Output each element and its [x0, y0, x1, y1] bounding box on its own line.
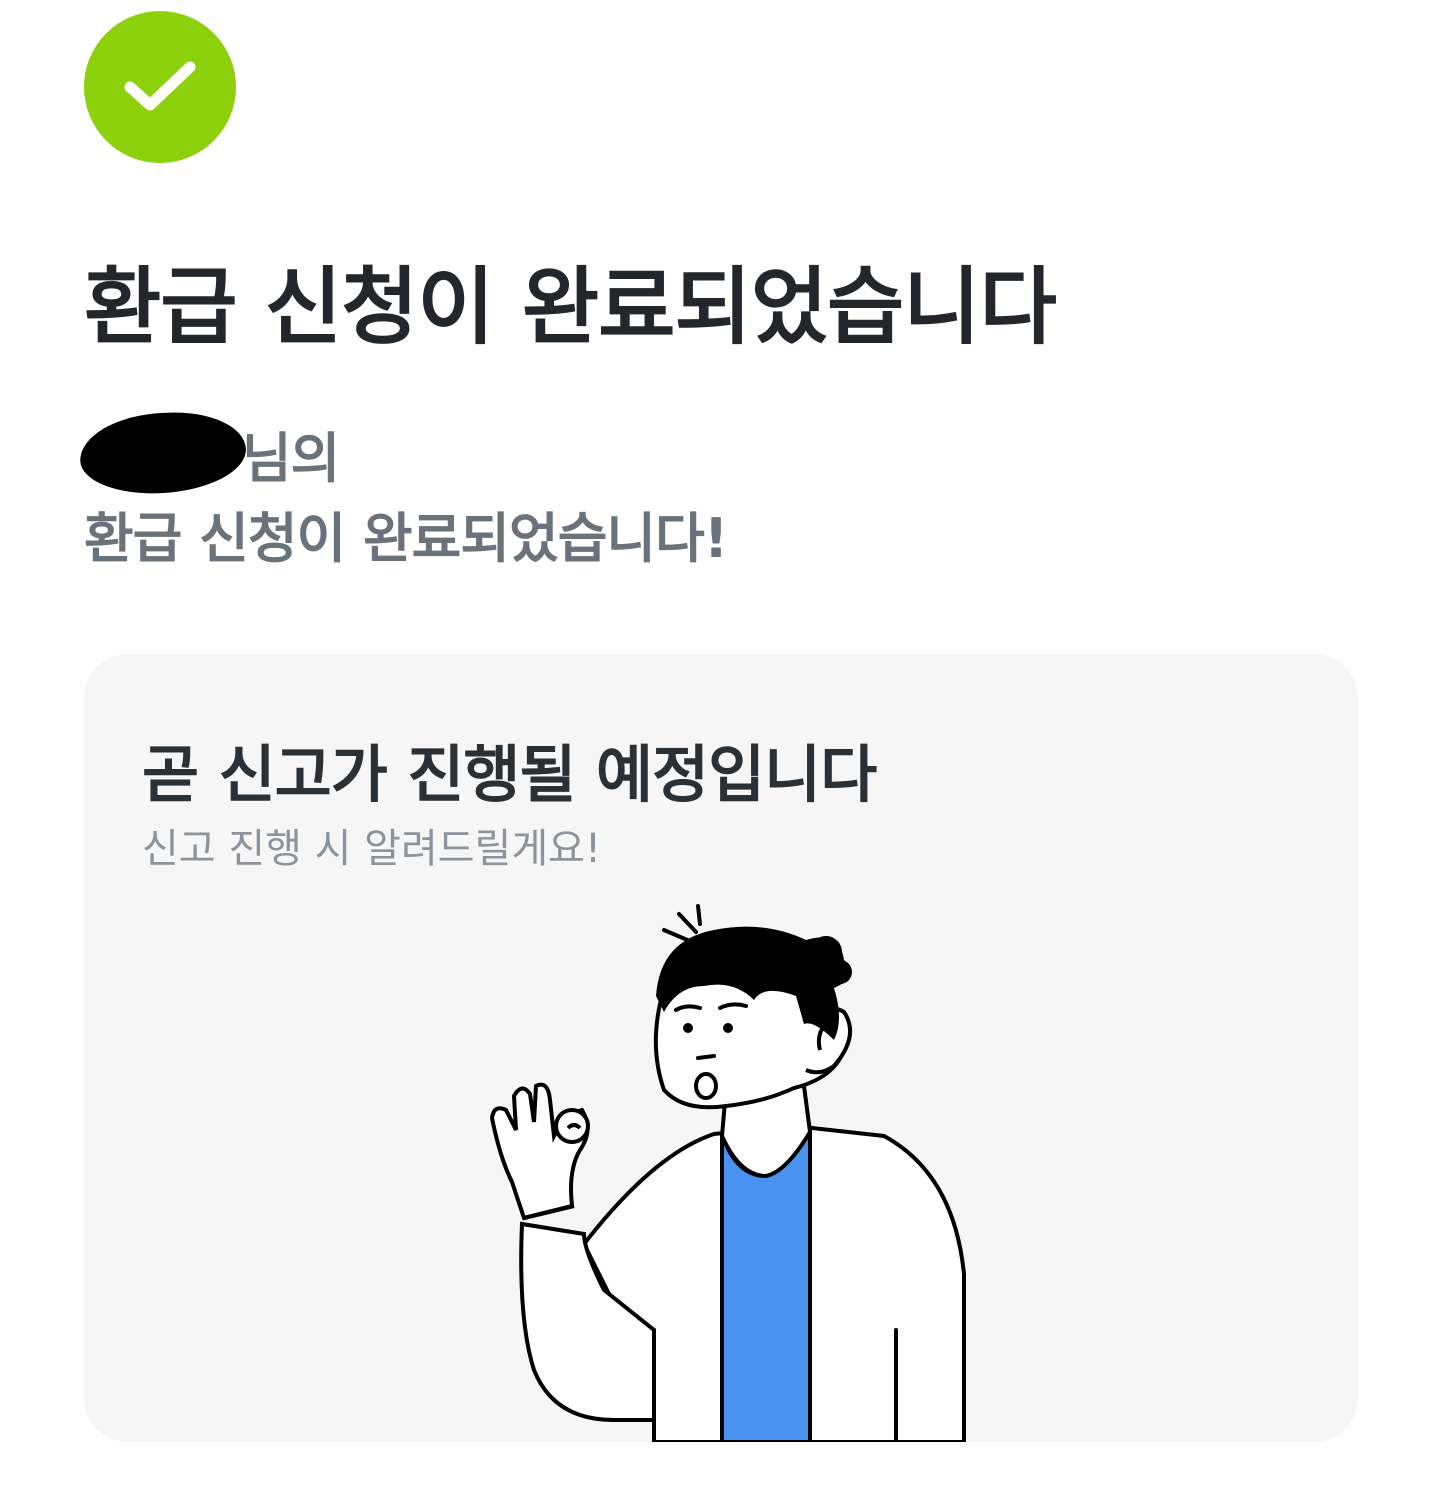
info-card: 곧 신고가 진행될 예정입니다 신고 진행 시 알려드릴게요! — [84, 654, 1358, 1442]
person-ok-gesture-illustration — [489, 904, 966, 1442]
check-circle-icon — [84, 11, 236, 163]
user-suffix: 님의 — [242, 426, 340, 490]
card-subtitle: 신고 진행 시 알려드릴게요! — [142, 826, 601, 872]
redacted-username — [78, 408, 248, 498]
card-title: 곧 신고가 진행될 예정입니다 — [142, 738, 877, 811]
completion-message: 환급 신청이 완료되었습니다! — [84, 507, 728, 570]
user-greeting: 님의 — [78, 408, 340, 498]
page-title: 환급 신청이 완료되었습니다 — [84, 258, 1057, 356]
checkmark-icon — [124, 61, 196, 111]
